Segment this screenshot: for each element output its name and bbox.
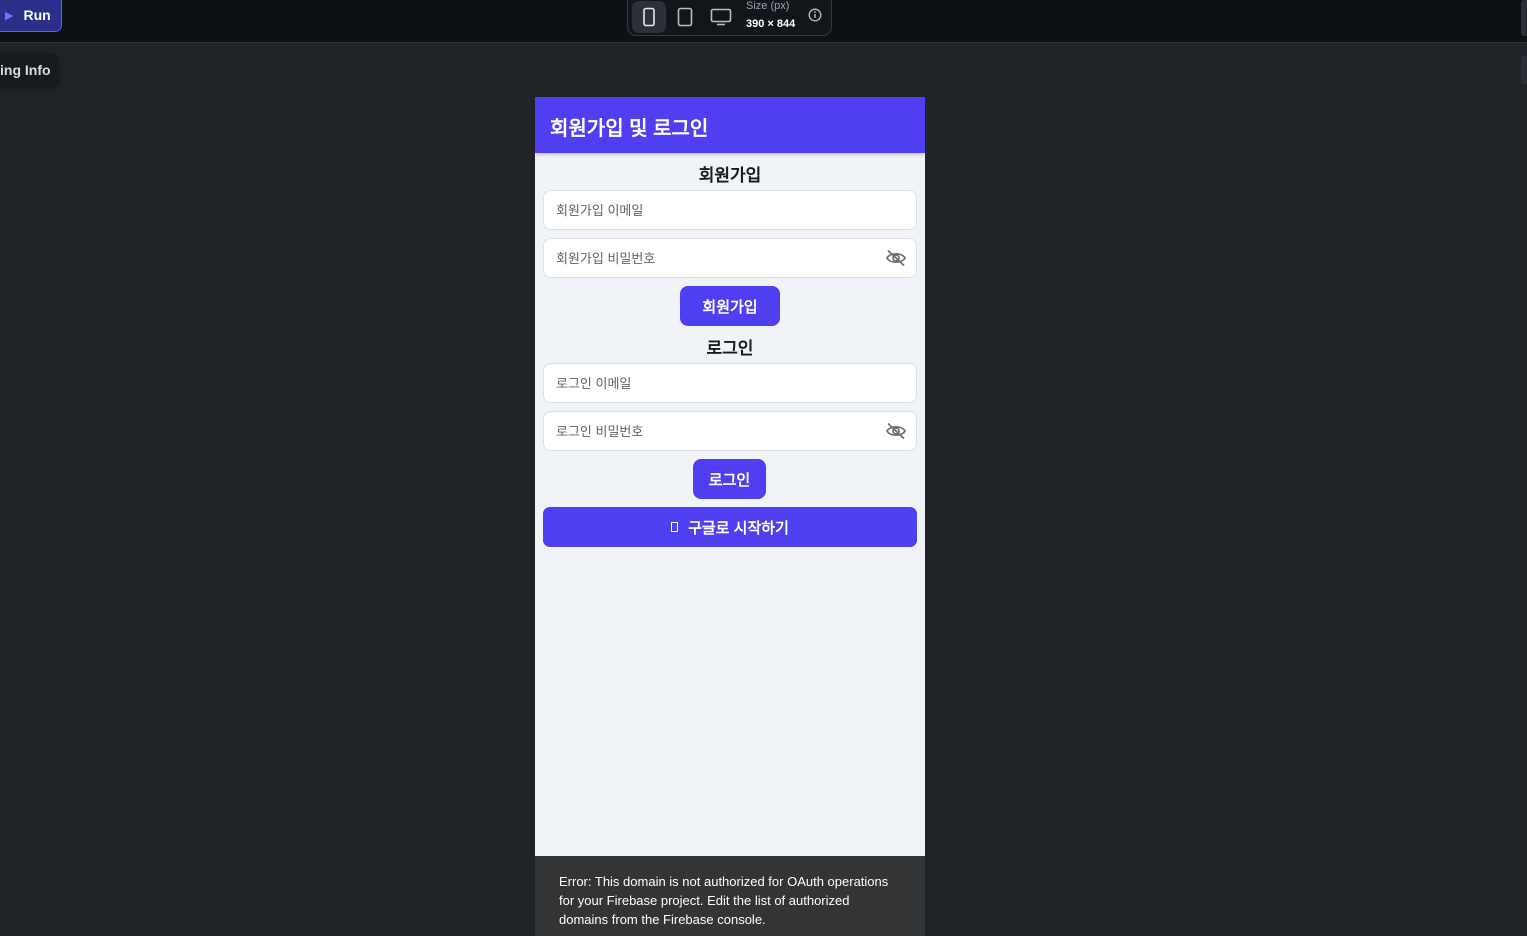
login-password-toggle[interactable]: [884, 419, 908, 443]
info-button[interactable]: [808, 8, 822, 27]
google-signin-label: 구글로 시작하기: [688, 519, 789, 537]
phone-preview: 회원가입 및 로그인 회원가입 회원가입 로그인 로그인 구글로 시작하기 Er…: [535, 97, 925, 936]
google-icon: [671, 522, 679, 532]
login-heading: 로그인: [706, 339, 754, 358]
login-button[interactable]: 로그인: [693, 459, 766, 499]
desktop-device-button[interactable]: [704, 1, 738, 33]
tablet-device-button[interactable]: [668, 1, 702, 33]
play-icon: ▶: [5, 9, 14, 22]
phone-device-button[interactable]: [632, 1, 666, 33]
phone-device-icon: [643, 7, 655, 27]
tracking-info-button[interactable]: ing Info: [0, 53, 59, 86]
eye-slash-icon: [886, 422, 906, 440]
tracking-info-label: ing Info: [0, 61, 51, 78]
app-header: 회원가입 및 로그인: [535, 97, 925, 153]
login-email-input[interactable]: [543, 363, 917, 403]
right-panel-toggle[interactable]: [1521, 0, 1527, 36]
app-title: 회원가입 및 로그인: [550, 118, 709, 140]
signup-email-input[interactable]: [543, 190, 917, 230]
info-icon: [808, 8, 822, 22]
signup-password-toggle[interactable]: [884, 246, 908, 270]
size-label: Size (px): [746, 0, 790, 12]
error-snackbar: Error: This domain is not authorized for…: [535, 856, 925, 936]
right-side-tab[interactable]: [1521, 56, 1527, 84]
signup-button[interactable]: 회원가입: [680, 286, 780, 326]
tablet-device-icon: [677, 7, 693, 27]
eye-slash-icon: [886, 249, 906, 267]
signup-heading: 회원가입: [698, 166, 762, 185]
run-label: Run: [23, 7, 51, 23]
top-toolbar: ▶ Run Size (px) 390 × 844: [0, 0, 1527, 43]
run-button[interactable]: ▶ Run: [0, 0, 62, 32]
desktop-device-icon: [710, 8, 732, 26]
size-value: 390 × 844: [746, 18, 796, 30]
device-size-bar: Size (px) 390 × 844: [627, 0, 832, 36]
login-password-input[interactable]: [543, 411, 917, 451]
google-signin-button[interactable]: 구글로 시작하기: [543, 507, 917, 547]
signup-password-input[interactable]: [543, 238, 917, 278]
error-message: Error: This domain is not authorized for…: [559, 874, 889, 927]
